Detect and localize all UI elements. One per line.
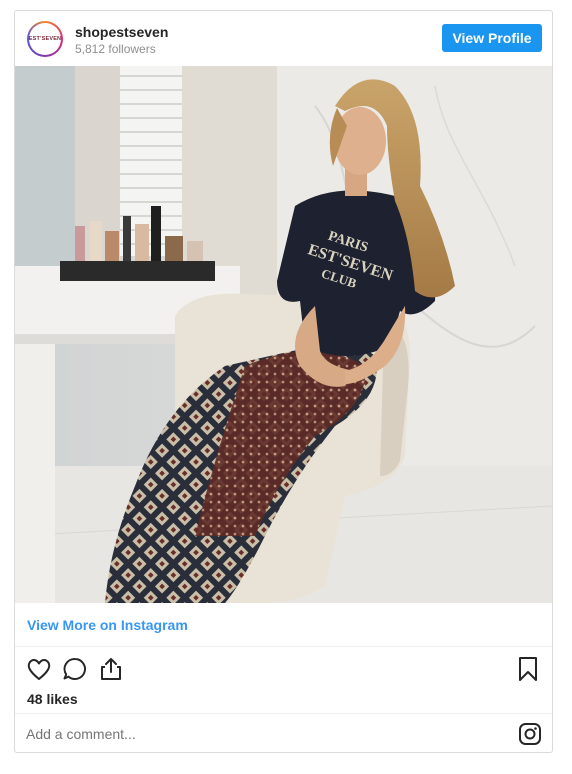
likes-count[interactable]: 48 likes — [27, 691, 78, 707]
share-icon[interactable] — [97, 655, 125, 683]
action-bar — [15, 647, 552, 693]
followers-count: 5,812 followers — [75, 42, 156, 56]
view-profile-button[interactable]: View Profile — [442, 24, 542, 52]
comment-input[interactable] — [26, 726, 426, 742]
post-header: EST'SEVEN shopestseven 5,812 followers V… — [15, 11, 552, 66]
avatar-logo-text: EST'SEVEN — [29, 23, 61, 55]
avatar[interactable]: EST'SEVEN — [27, 21, 63, 57]
view-more-link[interactable]: View More on Instagram — [27, 617, 188, 633]
instagram-embed-card: EST'SEVEN shopestseven 5,812 followers V… — [14, 10, 553, 753]
instagram-icon[interactable] — [518, 722, 542, 746]
username[interactable]: shopestseven — [75, 24, 168, 40]
comment-bar — [15, 713, 552, 752]
bookmark-icon[interactable] — [514, 655, 542, 683]
view-more-link-row[interactable]: View More on Instagram — [15, 603, 552, 647]
photo-illustration: PARIS EST'SEVEN CLUB — [15, 66, 552, 603]
post-photo[interactable]: PARIS EST'SEVEN CLUB — [15, 66, 552, 603]
comment-icon[interactable] — [61, 655, 89, 683]
heart-icon[interactable] — [25, 655, 53, 683]
